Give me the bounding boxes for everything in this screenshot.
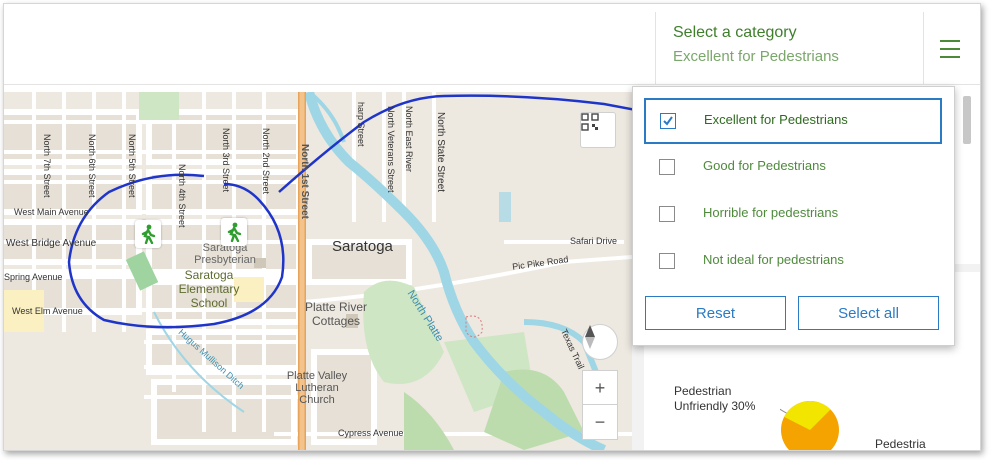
category-selector[interactable]: Select a category Excellent for Pedestri… bbox=[655, 12, 924, 84]
street-label: North 2nd Street bbox=[261, 128, 271, 195]
menu-icon bbox=[940, 40, 960, 42]
street-label: Safari Drive bbox=[570, 236, 618, 246]
option-good[interactable]: Good for Pedestrians bbox=[645, 146, 939, 188]
option-label: Not ideal for pedestrians bbox=[703, 252, 844, 267]
option-label: Horrible for pedestrians bbox=[703, 205, 839, 220]
scrollbar[interactable] bbox=[963, 96, 971, 144]
compass-button[interactable] bbox=[582, 324, 618, 360]
qr-code-icon bbox=[581, 113, 599, 131]
zoom-out-button[interactable]: − bbox=[582, 404, 618, 440]
map-view[interactable]: North 7th Street North 6th Street North … bbox=[4, 92, 632, 450]
qr-code-button[interactable] bbox=[580, 112, 616, 148]
option-horrible[interactable]: Horrible for pedestrians bbox=[645, 193, 939, 235]
street-label: harp Street bbox=[356, 102, 366, 147]
street-label: Spring Avenue bbox=[4, 272, 63, 282]
poi-school: Saratoga Elementary School bbox=[178, 268, 240, 310]
pedestrian-marker[interactable] bbox=[135, 220, 161, 248]
option-checkbox[interactable] bbox=[659, 253, 675, 269]
pie-label-unfriendly: Pedestrian Unfriendly 30% bbox=[674, 384, 756, 413]
street-label: North East River bbox=[404, 106, 414, 173]
street-label: North 6th Street bbox=[87, 134, 97, 198]
option-checkbox[interactable] bbox=[660, 113, 676, 129]
poi-lutheran: Platte Valley Lutheran Church bbox=[286, 370, 348, 406]
walking-person-icon bbox=[227, 222, 242, 242]
select-all-button[interactable]: Select all bbox=[798, 296, 939, 330]
compass-icon bbox=[585, 325, 595, 349]
reset-button[interactable]: Reset bbox=[645, 296, 786, 330]
menu-icon-bar bbox=[940, 56, 960, 58]
option-not-ideal[interactable]: Not ideal for pedestrians bbox=[645, 240, 939, 282]
menu-icon-bar bbox=[940, 48, 960, 50]
street-label: North 3rd Street bbox=[221, 128, 231, 193]
street-label: North Veterans Street bbox=[386, 106, 396, 193]
city-label: Saratoga bbox=[332, 238, 393, 255]
pedestrian-marker[interactable] bbox=[221, 218, 247, 246]
option-excellent[interactable]: Excellent for Pedestrians bbox=[645, 99, 941, 143]
walking-person-icon bbox=[141, 224, 156, 244]
poi-cottages: Platte River Cottages bbox=[304, 300, 368, 328]
category-title: Select a category bbox=[673, 24, 797, 41]
option-label: Excellent for Pedestrians bbox=[704, 112, 848, 127]
checkmark-icon bbox=[663, 116, 673, 126]
zoom-in-button[interactable]: + bbox=[582, 370, 618, 406]
category-selected-value: Excellent for Pedestrians bbox=[673, 48, 839, 65]
street-label: West Main Avenue bbox=[14, 207, 89, 217]
street-label: North 4th Street bbox=[177, 164, 187, 228]
option-checkbox[interactable] bbox=[659, 159, 675, 175]
street-label: North 5th Street bbox=[127, 134, 137, 198]
option-label: Good for Pedestrians bbox=[703, 158, 826, 173]
pie-label-second: Pedestria bbox=[875, 437, 926, 451]
app-frame: Select a category Excellent for Pedestri… bbox=[3, 3, 981, 451]
street-label: North 1st Street bbox=[299, 144, 310, 220]
street-label: North State Street bbox=[435, 112, 446, 193]
street-label: West Elm Avenue bbox=[12, 306, 83, 316]
street-label: Cypress Avenue bbox=[338, 428, 404, 438]
category-dropdown: Excellent for Pedestrians Good for Pedes… bbox=[632, 86, 955, 346]
pie-chart bbox=[780, 401, 839, 450]
street-label: West Bridge Avenue bbox=[6, 238, 97, 249]
option-checkbox[interactable] bbox=[659, 206, 675, 222]
street-label: North 7th Street bbox=[42, 134, 52, 198]
hamburger-menu-button[interactable] bbox=[923, 12, 974, 84]
